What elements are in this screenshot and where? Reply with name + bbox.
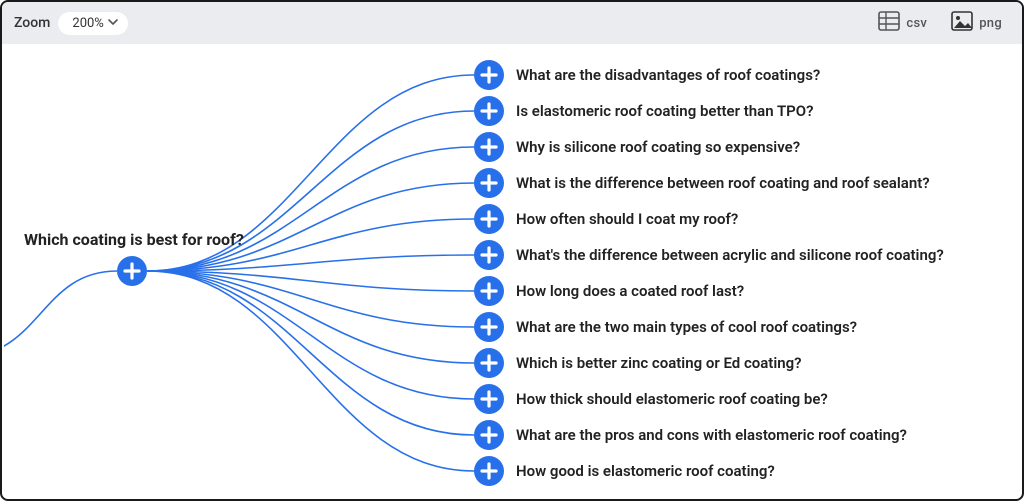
child-node-label: What are the pros and cons with elastome… (516, 426, 907, 444)
child-node: How good is elastomeric roof coating? (474, 456, 775, 486)
child-node: Is elastomeric roof coating better than … (474, 96, 814, 126)
child-node: Why is silicone roof coating so expensiv… (474, 132, 800, 162)
child-node-label: What are the disadvantages of roof coati… (516, 66, 820, 84)
expand-node-button[interactable] (474, 420, 504, 450)
chevron-down-icon (108, 16, 118, 31)
mindmap-canvas[interactable]: Which coating is best for roof? What are… (4, 46, 1020, 497)
child-node-label: Is elastomeric roof coating better than … (516, 102, 814, 120)
export-png-label: png (979, 16, 1002, 31)
zoom-value: 200% (72, 16, 103, 31)
image-icon (951, 11, 973, 35)
expand-node-button[interactable] (474, 240, 504, 270)
zoom-select[interactable]: 200% (58, 12, 127, 35)
child-node: What are the pros and cons with elastome… (474, 420, 907, 450)
child-node: What are the disadvantages of roof coati… (474, 60, 820, 90)
expand-node-button[interactable] (474, 96, 504, 126)
child-node-label: Why is silicone roof coating so expensiv… (516, 138, 800, 156)
child-node: How thick should elastomeric roof coatin… (474, 384, 828, 414)
child-node: How long does a coated roof last? (474, 276, 744, 306)
child-node-label: How long does a coated roof last? (516, 282, 744, 300)
expand-node-button[interactable] (474, 204, 504, 234)
expand-node-button[interactable] (474, 384, 504, 414)
root-node-label: Which coating is best for roof? (24, 230, 244, 249)
spreadsheet-icon (878, 11, 900, 35)
expand-node-button[interactable] (474, 276, 504, 306)
child-node-label: What is the difference between roof coat… (516, 174, 930, 192)
toolbar: Zoom 200% csv png (2, 2, 1022, 44)
root-node (117, 256, 147, 286)
expand-node-button[interactable] (117, 256, 147, 286)
app-frame: Zoom 200% csv png Which coating is best … (0, 0, 1024, 501)
child-node-label: Which is better zinc coating or Ed coati… (516, 354, 802, 372)
child-node: How often should I coat my roof? (474, 204, 738, 234)
export-png-button[interactable]: png (943, 7, 1010, 39)
child-node-label: What's the difference between acrylic an… (516, 246, 944, 264)
child-node-label: How good is elastomeric roof coating? (516, 462, 775, 480)
zoom-label: Zoom (14, 15, 50, 31)
child-node-label: How often should I coat my roof? (516, 210, 738, 228)
expand-node-button[interactable] (474, 60, 504, 90)
expand-node-button[interactable] (474, 132, 504, 162)
expand-node-button[interactable] (474, 348, 504, 378)
export-csv-button[interactable]: csv (870, 7, 935, 39)
expand-node-button[interactable] (474, 312, 504, 342)
child-node-label: How thick should elastomeric roof coatin… (516, 390, 828, 408)
child-node: What's the difference between acrylic an… (474, 240, 944, 270)
child-node-label: What are the two main types of cool roof… (516, 318, 857, 336)
expand-node-button[interactable] (474, 456, 504, 486)
child-node: What is the difference between roof coat… (474, 168, 930, 198)
expand-node-button[interactable] (474, 168, 504, 198)
child-node: What are the two main types of cool roof… (474, 312, 857, 342)
child-node: Which is better zinc coating or Ed coati… (474, 348, 802, 378)
export-csv-label: csv (906, 16, 927, 31)
